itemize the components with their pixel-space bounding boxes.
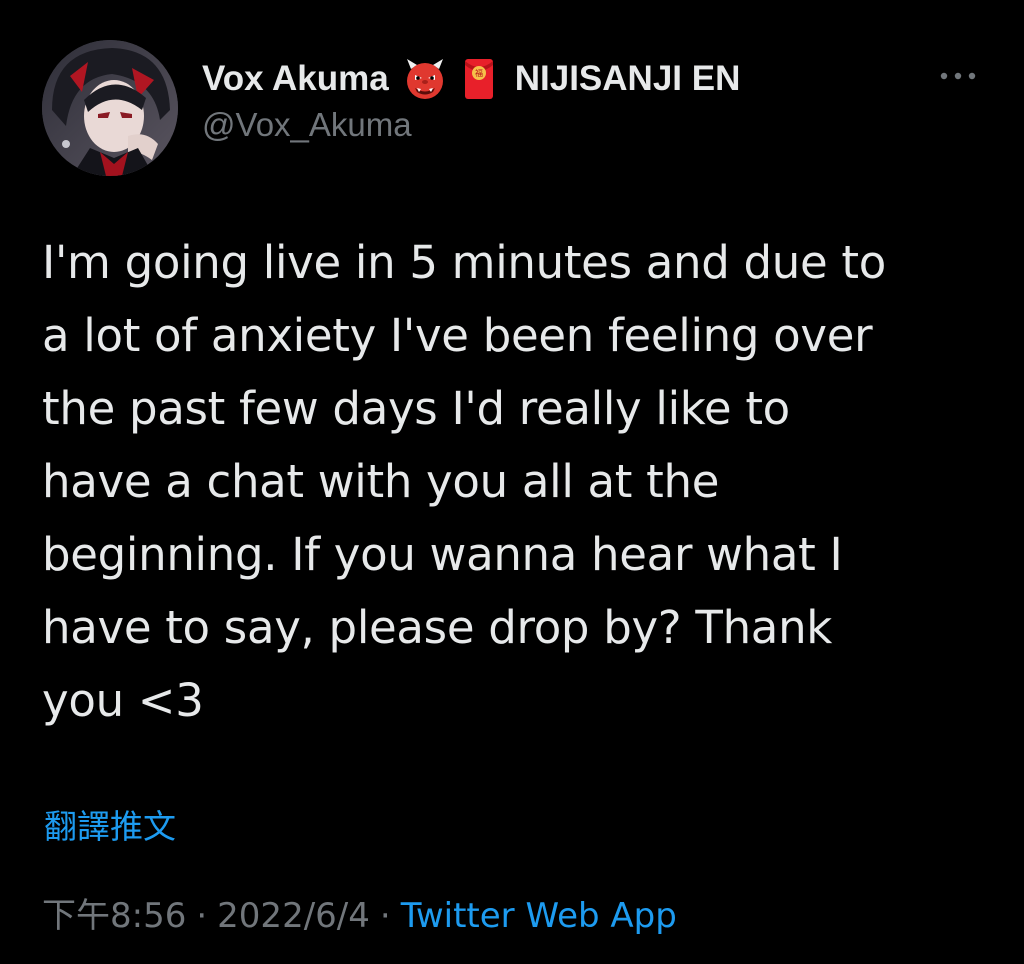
separator-dot: ·	[379, 896, 391, 936]
avatar-image	[42, 40, 178, 176]
author-info: Vox Akuma 福 NIJISANJI EN @Vox_Akuma	[202, 56, 922, 144]
tweet-metadata: 下午8:56 · 2022/6/4 · Twitter Web App	[42, 888, 677, 937]
svg-text:福: 福	[475, 69, 483, 78]
translate-tweet-link[interactable]: 翻譯推文	[44, 800, 176, 848]
separator-dot: ·	[196, 896, 208, 936]
name-row: Vox Akuma 福 NIJISANJI EN	[202, 56, 922, 102]
more-horizontal-icon	[940, 72, 976, 80]
avatar[interactable]	[42, 40, 178, 176]
user-handle[interactable]: @Vox_Akuma	[202, 106, 922, 144]
organization-name: NIJISANJI EN	[514, 59, 741, 98]
tweet-source-link[interactable]: Twitter Web App	[401, 896, 677, 936]
red-envelope-emoji-icon: 福	[459, 57, 499, 101]
tweet-date[interactable]: 2022/6/4	[217, 896, 370, 936]
tweet-text: I'm going live in 5 minutes and due to a…	[42, 236, 886, 727]
tweet-time[interactable]: 下午8:56	[42, 896, 186, 936]
tweet-card: Vox Akuma 福 NIJISANJI EN @Vox_Akuma I'm …	[0, 0, 1024, 964]
japanese-ogre-emoji-icon	[403, 57, 447, 101]
display-name[interactable]: Vox Akuma	[202, 59, 389, 99]
more-options-button[interactable]	[936, 64, 980, 88]
